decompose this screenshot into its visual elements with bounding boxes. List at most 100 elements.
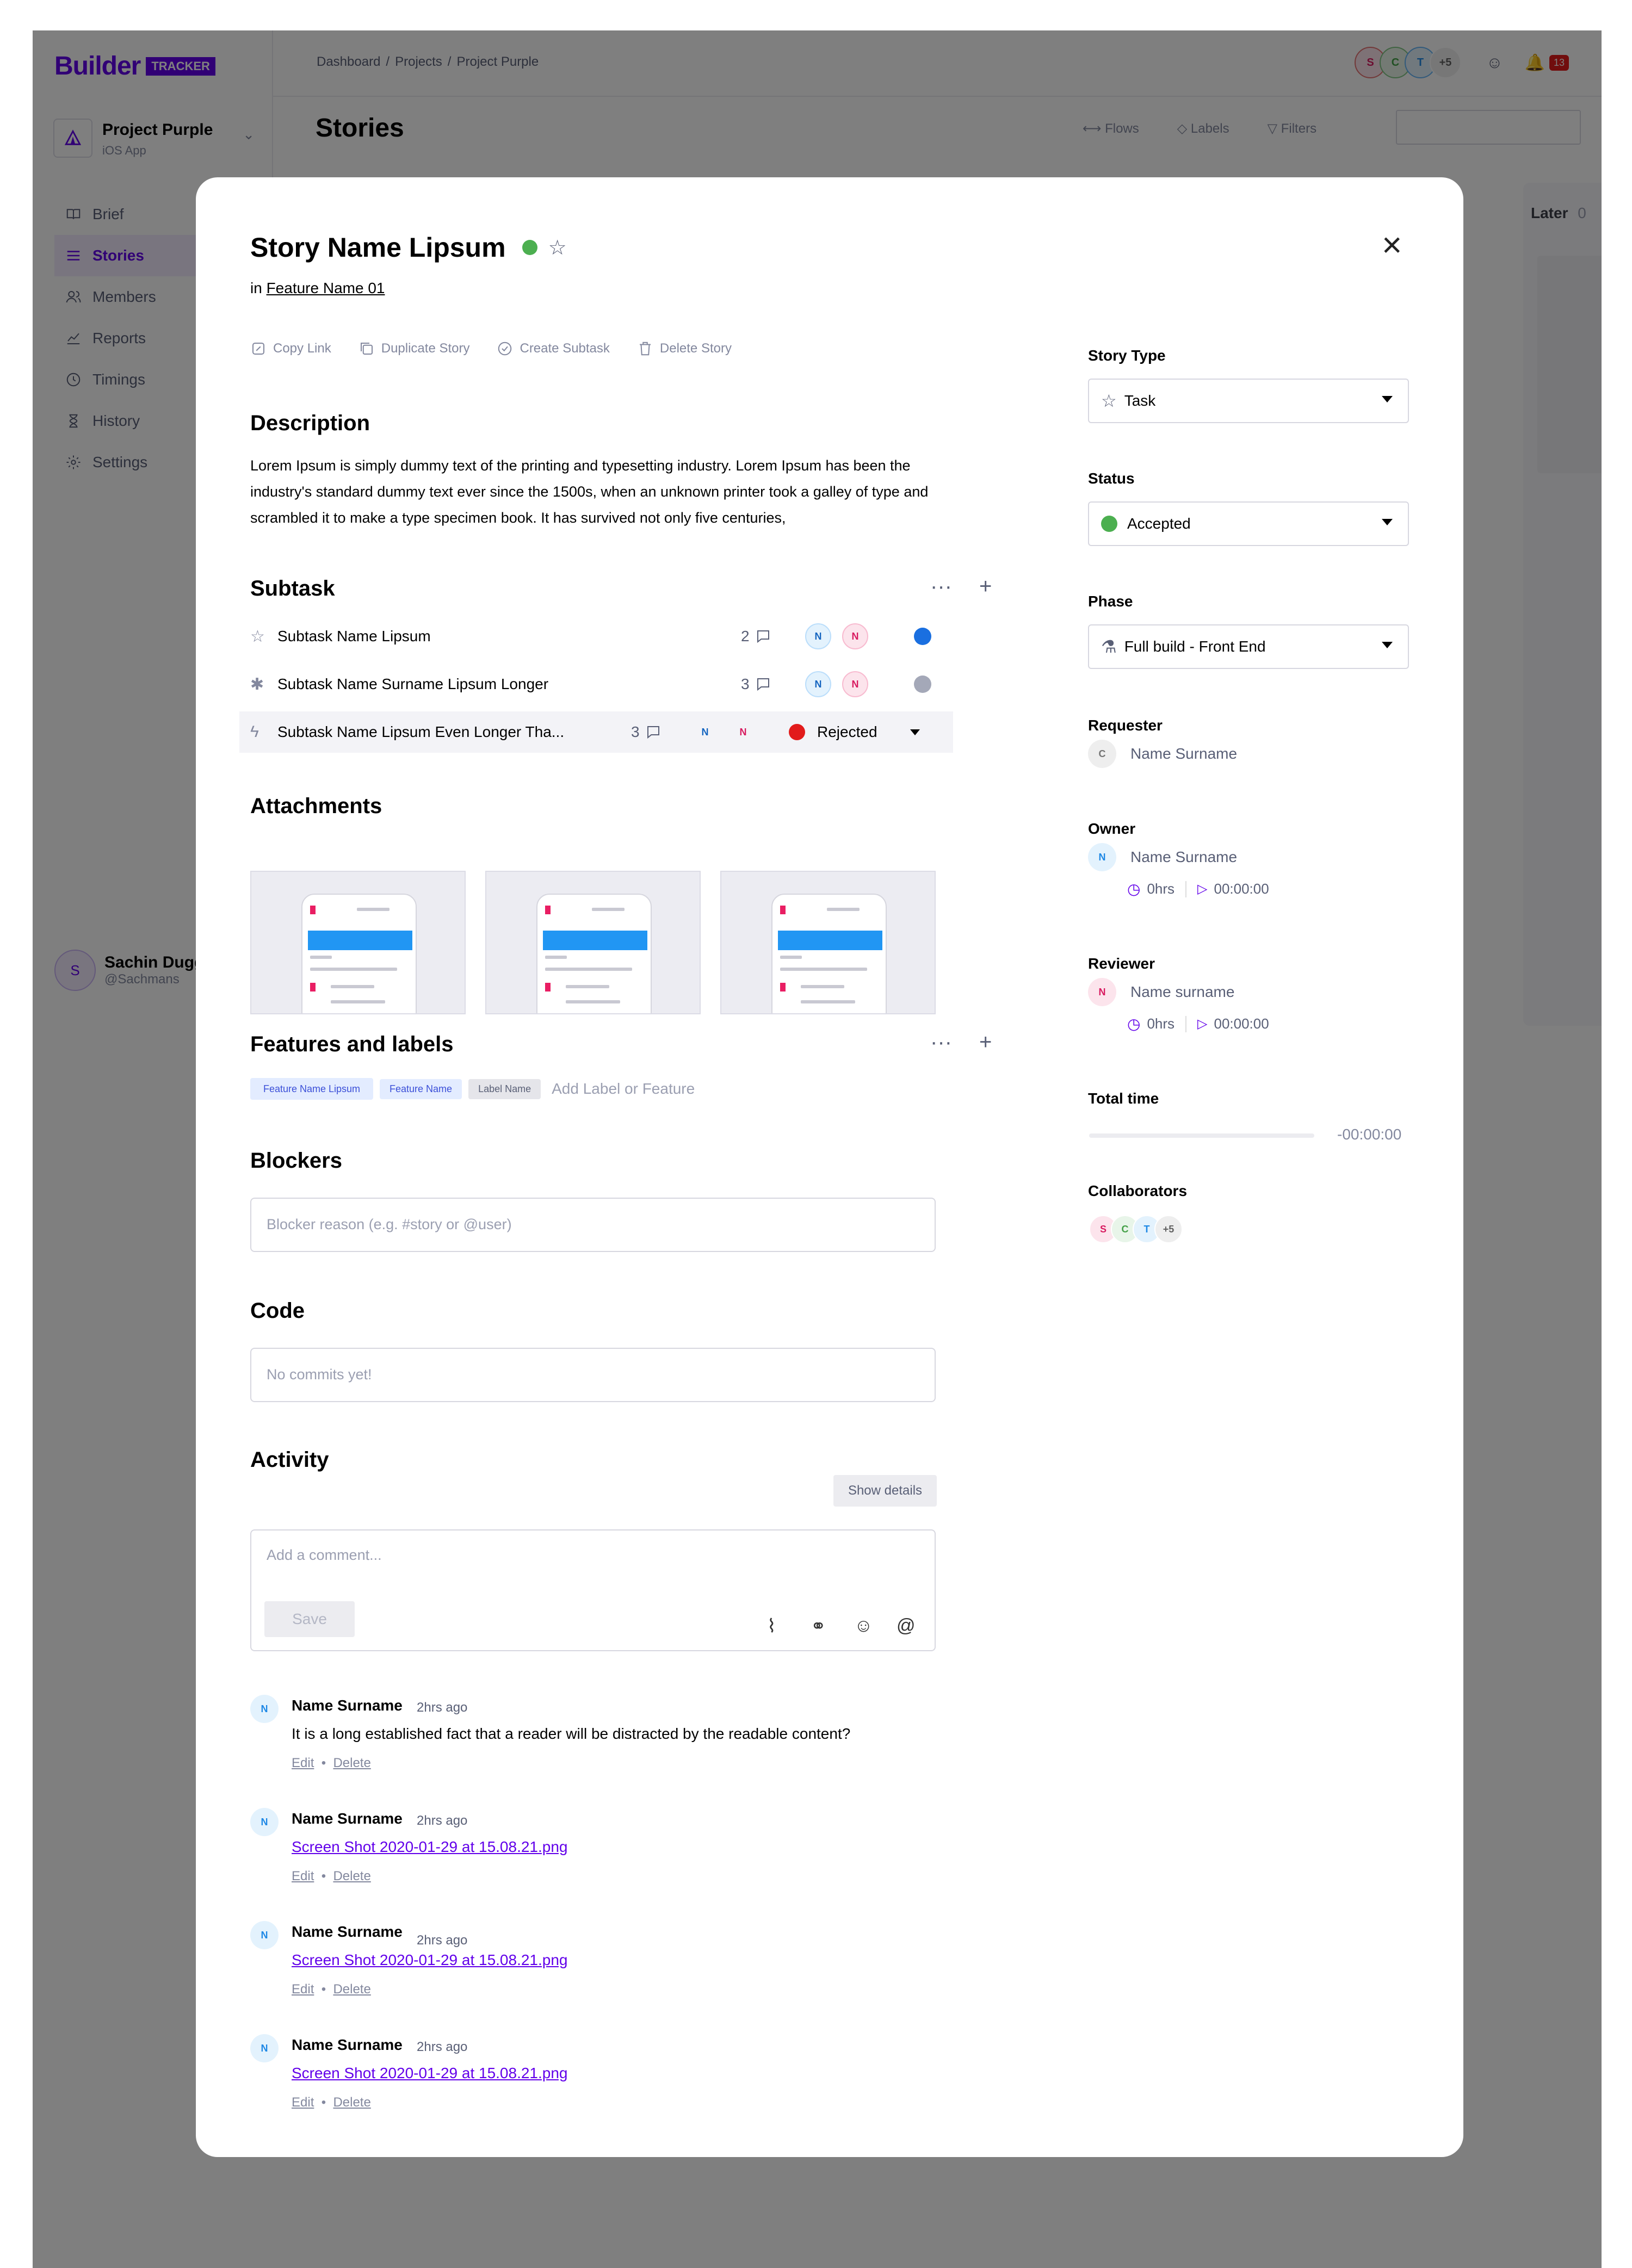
attachments-list	[250, 871, 955, 1014]
mention-icon[interactable]: @	[897, 1615, 916, 1637]
blocker-input[interactable]: Blocker reason (e.g. #story or @user)	[250, 1198, 936, 1252]
feature-link[interactable]: Feature Name 01	[267, 280, 385, 296]
link-icon[interactable]: ⚭	[811, 1615, 826, 1637]
edit-link[interactable]: Edit	[292, 1869, 314, 1883]
trash-icon	[639, 342, 651, 356]
delete-story-label: Delete Story	[659, 341, 732, 356]
attachment-thumbnail[interactable]	[485, 871, 701, 1014]
feature-chip[interactable]: Feature Name	[380, 1079, 462, 1099]
phase-value: Full build - Front End	[1124, 638, 1266, 655]
status-dot[interactable]	[914, 628, 931, 645]
status-value: Accepted	[1127, 515, 1191, 532]
delete-link[interactable]: Delete	[333, 1869, 370, 1883]
subtask-row[interactable]: ☆ Subtask Name Lipsum 2 N N	[239, 616, 953, 657]
features-heading: Features and labels	[250, 1032, 454, 1056]
comment-actions: Edit • Delete	[292, 1756, 371, 1770]
activity-heading: Activity	[250, 1448, 329, 1472]
story-type-dropdown[interactable]: ☆ Task	[1088, 379, 1409, 423]
requester[interactable]: C Name Surname	[1088, 740, 1237, 768]
reviewer-timer: ◷ 0hrs ▷ 00:00:00	[1127, 1015, 1269, 1033]
owner-timer-value: 00:00:00	[1214, 881, 1269, 897]
add-label-input[interactable]: Add Label or Feature	[552, 1080, 695, 1098]
duplicate-story-button[interactable]: Duplicate Story	[358, 340, 470, 357]
reviewer[interactable]: N Name surname	[1088, 978, 1234, 1006]
attachment-link[interactable]: Screen Shot 2020-01-29 at 15.08.21.png	[292, 2065, 568, 2082]
paperclip-icon[interactable]: ⌇	[767, 1615, 776, 1637]
create-subtask-label: Create Subtask	[520, 341, 610, 356]
owner-hours: 0hrs	[1147, 881, 1175, 897]
avatar-more: +5	[1154, 1215, 1183, 1243]
requester-label: Requester	[1088, 717, 1163, 734]
comment-actions: Edit • Delete	[292, 2095, 371, 2110]
delete-link[interactable]: Delete	[333, 1982, 370, 1997]
show-details-button[interactable]: Show details	[833, 1475, 937, 1507]
status-dot[interactable]	[914, 676, 931, 693]
total-time-label: Total time	[1088, 1090, 1159, 1107]
reviewer-label: Reviewer	[1088, 955, 1155, 972]
attachment-thumbnail[interactable]	[720, 871, 936, 1014]
comment-box[interactable]: Add a comment... Save ⌇ ⚭ ☺ @	[250, 1529, 936, 1651]
collaborators-list[interactable]: S C T +5	[1089, 1215, 1183, 1243]
more-icon[interactable]: ···	[930, 1030, 952, 1055]
avatar: N	[250, 2034, 279, 2062]
status-dot	[522, 240, 537, 255]
play-icon[interactable]: ▷	[1197, 1016, 1207, 1032]
edit-link[interactable]: Edit	[292, 1982, 314, 1997]
attachments-heading: Attachments	[250, 794, 382, 818]
attachment-thumbnail[interactable]	[250, 871, 466, 1014]
avatar: N	[1088, 843, 1116, 871]
edit-link[interactable]: Edit	[292, 2095, 314, 2110]
owner[interactable]: N Name Surname	[1088, 843, 1237, 871]
duplicate-story-label: Duplicate Story	[381, 341, 470, 356]
owner-label: Owner	[1088, 820, 1136, 837]
caret-down-icon	[1382, 519, 1393, 525]
play-icon[interactable]: ▷	[1197, 881, 1207, 897]
emoji-icon[interactable]: ☺	[854, 1615, 873, 1637]
comment-icon	[647, 726, 659, 739]
copy-link-button[interactable]: Copy Link	[250, 340, 331, 357]
reviewer-avatar: N	[842, 671, 868, 697]
description-text[interactable]: Lorem Ipsum is simply dummy text of the …	[250, 453, 936, 531]
caret-down-icon	[1382, 396, 1393, 402]
flask-icon: ⚗	[1101, 637, 1117, 656]
feature-chip[interactable]: Feature Name Lipsum	[250, 1078, 373, 1100]
comment-icon	[757, 678, 769, 691]
status-dropdown[interactable]: Accepted	[1088, 501, 1409, 546]
delete-link[interactable]: Delete	[333, 1756, 370, 1770]
add-icon[interactable]: +	[979, 1030, 992, 1055]
comment-input[interactable]: Add a comment...	[267, 1547, 382, 1564]
comment-author: Name Surname	[292, 2036, 403, 2053]
avatar: N	[250, 1695, 279, 1723]
label-chip[interactable]: Label Name	[468, 1079, 541, 1099]
comment-count-value: 3	[741, 676, 750, 692]
story-title: Story Name Lipsum	[250, 232, 506, 263]
attachment-link[interactable]: Screen Shot 2020-01-29 at 15.08.21.png	[292, 1838, 568, 1856]
star-icon[interactable]: ☆	[548, 236, 567, 260]
reviewer-avatar: N	[842, 623, 868, 649]
check-circle-icon	[498, 342, 512, 356]
add-icon[interactable]: +	[979, 574, 992, 599]
edit-link[interactable]: Edit	[292, 1756, 314, 1770]
reviewer-name: Name surname	[1130, 983, 1235, 1000]
attachment-link[interactable]: Screen Shot 2020-01-29 at 15.08.21.png	[292, 1951, 568, 1969]
more-icon[interactable]: ···	[930, 574, 952, 599]
comment-time: 2hrs ago	[417, 2040, 468, 2054]
status-label: Rejected	[817, 723, 877, 740]
bolt-icon: ϟ	[250, 723, 259, 741]
comment-icon	[757, 630, 769, 643]
status-dropdown[interactable]: Rejected	[789, 723, 920, 741]
close-icon[interactable]: ×	[1382, 227, 1402, 262]
delete-link[interactable]: Delete	[333, 2095, 370, 2110]
create-subtask-button[interactable]: Create Subtask	[497, 340, 610, 357]
features-tools: ··· +	[903, 1030, 992, 1055]
story-modal: Story Name Lipsum ☆ × in Feature Name 01…	[196, 177, 1463, 2157]
comment-time: 2hrs ago	[417, 1813, 468, 1828]
delete-story-button[interactable]: Delete Story	[637, 340, 732, 357]
status-dot	[1101, 516, 1117, 532]
phase-dropdown[interactable]: ⚗ Full build - Front End	[1088, 624, 1409, 669]
caret-down-icon	[1382, 642, 1393, 648]
subtask-name: Subtask Name Lipsum	[277, 628, 431, 645]
subtask-row[interactable]: ϟ Subtask Name Lipsum Even Longer Tha...…	[239, 711, 953, 753]
save-button[interactable]: Save	[264, 1601, 355, 1637]
subtask-row[interactable]: ✱ Subtask Name Surname Lipsum Longer 3 N…	[239, 664, 953, 705]
